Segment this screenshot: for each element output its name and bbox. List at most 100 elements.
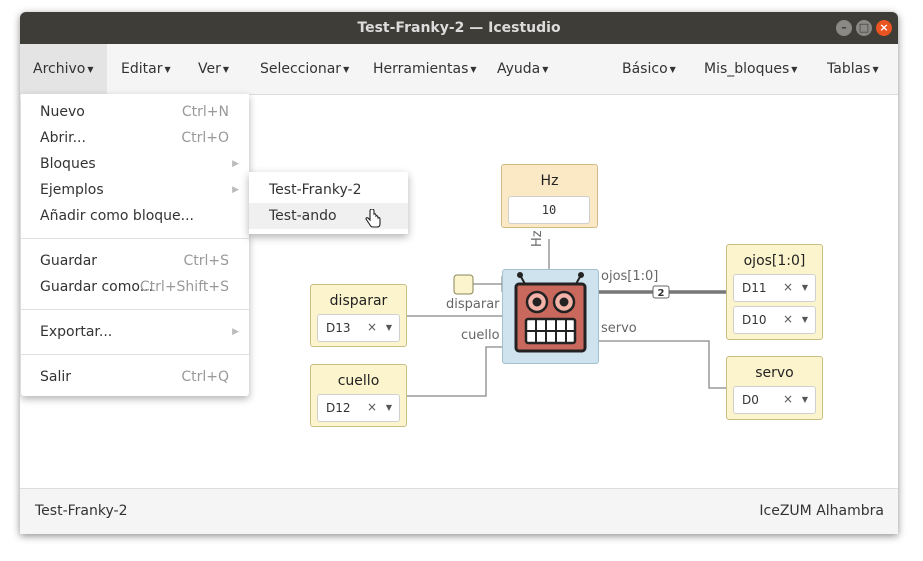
menu-ver-label: Ver [198, 61, 221, 77]
shortcut-label: Ctrl+S [183, 253, 229, 269]
menu-ayuda[interactable]: Ayuda ▼ [497, 44, 548, 94]
minimize-button[interactable]: – [836, 20, 852, 36]
project-name: Test-Franky-2 [35, 503, 128, 519]
menu-mis-bloques-label: Mis_bloques [704, 61, 790, 77]
robot-icon [514, 272, 587, 353]
pin-select-disparar[interactable]: D13 × ▼ [317, 314, 400, 342]
clear-icon[interactable]: × [367, 400, 377, 414]
wire-label-ojos: ojos[1:0] [601, 269, 659, 284]
caret-down-icon: ▼ [542, 65, 549, 74]
dropdown-icon[interactable]: ▼ [802, 315, 808, 324]
clear-icon[interactable]: × [783, 312, 793, 326]
wire-label-hz: Hz [530, 230, 545, 247]
robot-module-block[interactable] [502, 269, 599, 364]
menu-tablas-label: Tablas [827, 61, 871, 77]
shortcut-label: Ctrl+O [181, 130, 229, 146]
constant-block-hz[interactable]: Hz 10 [501, 164, 598, 228]
menu-item-exportar[interactable]: Exportar... ▶ [21, 319, 249, 345]
pin-select-ojos-0[interactable]: D10 × ▼ [733, 306, 816, 334]
menu-item-guardar-como[interactable]: Guardar como... Ctrl+Shift+S [21, 274, 249, 300]
wire-cuello [406, 346, 502, 397]
shortcut-label: Ctrl+Q [181, 369, 229, 385]
window-title: Test-Franky-2 — Icestudio [357, 20, 561, 36]
menu-item-label: Ejemplos [40, 182, 104, 198]
caret-down-icon: ▼ [343, 65, 350, 74]
app-window: Test-Franky-2 — Icestudio – □ × Archivo ▼… [20, 12, 898, 534]
wire-label-cuello: cuello [461, 328, 500, 343]
submenu-arrow-icon: ▶ [232, 327, 239, 337]
title-bar: Test-Franky-2 — Icestudio – □ × [20, 12, 898, 44]
menu-item-abrir[interactable]: Abrir... Ctrl+O [21, 125, 249, 151]
submenu-arrow-icon: ▶ [232, 185, 239, 195]
block-title: ojos[1:0] [743, 253, 806, 269]
caret-down-icon: ▼ [87, 65, 94, 74]
menu-ver[interactable]: Ver ▼ [198, 44, 229, 94]
menu-item-label: Abrir... [40, 130, 86, 146]
menu-item-nuevo[interactable]: Nuevo Ctrl+N [21, 99, 249, 125]
menu-editar-label: Editar [121, 61, 163, 77]
board-name[interactable]: IceZUM Alhambra [759, 503, 884, 519]
menu-item-label: Salir [40, 369, 72, 385]
maximize-button[interactable]: □ [856, 20, 872, 36]
pin-value: D12 [326, 401, 351, 415]
caret-down-icon: ▼ [222, 65, 230, 74]
menu-basico[interactable]: Básico ▼ [622, 44, 676, 94]
block-title: servo [755, 365, 794, 381]
menu-basico-label: Básico [622, 61, 668, 77]
pin-select-cuello[interactable]: D12 × ▼ [317, 394, 400, 422]
clear-icon[interactable]: × [783, 392, 793, 406]
submenu-item-label: Test-Franky-2 [269, 182, 362, 198]
submenu-item-label: Test-ando [269, 208, 337, 224]
menu-separator [21, 354, 249, 355]
dropdown-icon[interactable]: ▼ [802, 395, 808, 404]
dropdown-icon[interactable]: ▼ [386, 403, 392, 412]
menu-item-label: Nuevo [40, 104, 85, 120]
menu-separator [21, 309, 249, 310]
menu-ayuda-label: Ayuda [497, 61, 541, 77]
menu-seleccionar[interactable]: Seleccionar ▼ [260, 44, 349, 94]
caret-down-icon: ▼ [791, 65, 798, 74]
constant-value-field[interactable]: 10 [508, 196, 590, 224]
clear-icon[interactable]: × [367, 320, 377, 334]
close-button[interactable]: × [876, 20, 892, 36]
menu-archivo[interactable]: Archivo ▼ [20, 44, 107, 94]
output-block-servo[interactable]: servo D0 × ▼ [726, 356, 823, 420]
caret-down-icon: ▼ [164, 65, 171, 74]
menu-tablas[interactable]: Tablas ▼ [827, 44, 879, 94]
input-block-disparar[interactable]: disparar D13 × ▼ [310, 284, 407, 347]
menu-item-bloques[interactable]: Bloques ▶ [21, 151, 249, 177]
caret-down-icon: ▼ [872, 65, 879, 74]
menu-separator [21, 238, 249, 239]
output-block-ojos[interactable]: ojos[1:0] D11 × ▼ D10 × ▼ [726, 244, 823, 340]
menu-herramientas-label: Herramientas [373, 61, 469, 77]
menu-item-label: Añadir como bloque... [40, 208, 194, 224]
clear-icon[interactable]: × [783, 280, 793, 294]
ejemplos-submenu: Test-Franky-2 Test-ando [249, 172, 408, 234]
dropdown-icon[interactable]: ▼ [802, 283, 808, 292]
block-title: cuello [337, 373, 380, 389]
menu-item-anadir-bloque[interactable]: Añadir como bloque... [21, 203, 249, 229]
clock-input-port[interactable] [453, 274, 474, 295]
dropdown-icon[interactable]: ▼ [386, 323, 392, 332]
menu-item-ejemplos[interactable]: Ejemplos ▶ [21, 177, 249, 203]
pin-select-ojos-1[interactable]: D11 × ▼ [733, 274, 816, 302]
menu-seleccionar-label: Seleccionar [260, 61, 342, 77]
pin-value: D11 [742, 281, 767, 295]
menu-item-label: Guardar [40, 253, 98, 269]
submenu-item-test-franky-2[interactable]: Test-Franky-2 [249, 177, 408, 203]
caret-down-icon: ▼ [669, 65, 676, 74]
caret-down-icon: ▼ [470, 65, 477, 74]
menu-archivo-label: Archivo [33, 61, 86, 77]
menu-editar[interactable]: Editar ▼ [121, 44, 171, 94]
submenu-item-test-ando[interactable]: Test-ando [249, 203, 408, 229]
shortcut-label: Ctrl+Shift+S [139, 279, 229, 295]
menu-item-salir[interactable]: Salir Ctrl+Q [21, 364, 249, 390]
bus-size-text: 2 [658, 288, 665, 299]
menu-item-guardar[interactable]: Guardar Ctrl+S [21, 248, 249, 274]
wire-label-disparar: disparar [446, 297, 500, 312]
menu-bar: Archivo ▼ Editar ▼ Ver ▼ Seleccionar ▼ Herra… [20, 44, 898, 95]
menu-herramientas[interactable]: Herramientas ▼ [373, 44, 477, 94]
menu-mis-bloques[interactable]: Mis_bloques ▼ [704, 44, 797, 94]
pin-select-servo[interactable]: D0 × ▼ [733, 386, 816, 414]
input-block-cuello[interactable]: cuello D12 × ▼ [310, 364, 407, 427]
